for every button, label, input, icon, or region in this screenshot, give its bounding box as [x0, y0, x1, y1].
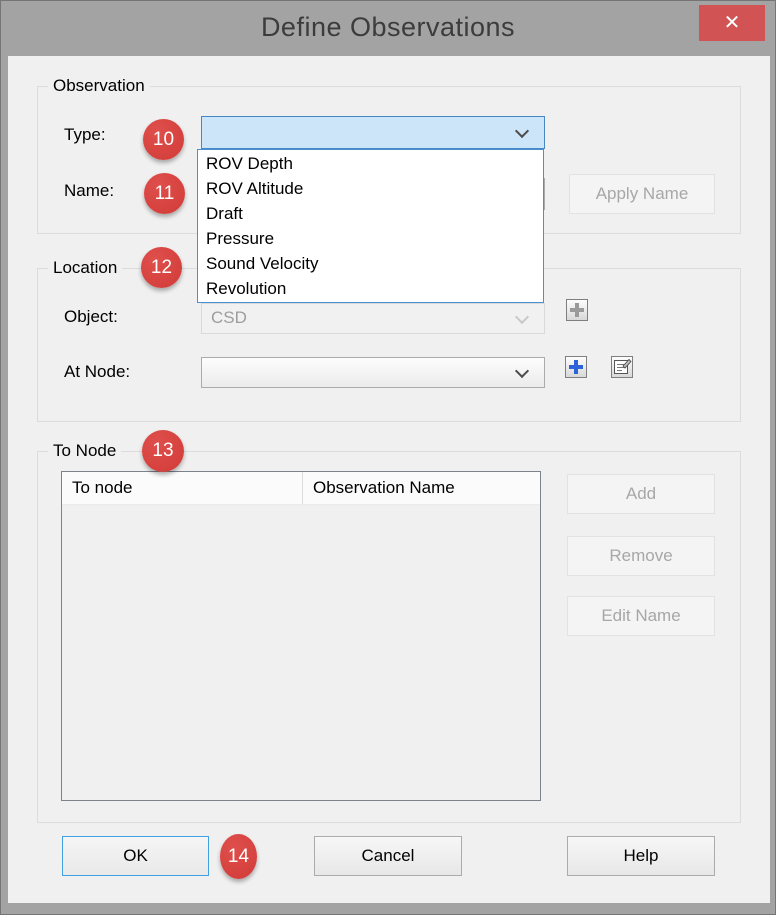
- type-combobox[interactable]: [201, 116, 545, 149]
- define-observations-dialog: Define Observations ✕ Observation Type: …: [0, 0, 776, 915]
- callout-11-number: 11: [154, 182, 175, 204]
- ok-button[interactable]: OK: [62, 836, 209, 876]
- to-node-table-header: To node Observation Name: [62, 472, 540, 505]
- apply-name-button[interactable]: Apply Name: [569, 174, 715, 214]
- dropdown-option-rov-depth[interactable]: ROV Depth: [198, 151, 543, 176]
- add-object-icon: [567, 300, 587, 320]
- close-icon: ✕: [723, 12, 741, 34]
- object-combobox[interactable]: CSD: [201, 303, 545, 334]
- type-label: Type:: [64, 125, 106, 144]
- location-group-label: Location: [48, 258, 123, 278]
- column-header-to-node[interactable]: To node: [62, 472, 303, 504]
- type-dropdown-list: ROV Depth ROV Altitude Draft Pressure So…: [197, 149, 544, 303]
- add-object-button[interactable]: [566, 299, 588, 321]
- chevron-down-icon: [514, 309, 530, 325]
- apply-name-button-label: Apply Name: [595, 184, 689, 203]
- chevron-down-icon: [514, 123, 530, 139]
- ok-button-label: OK: [123, 846, 148, 865]
- to-node-group-label: To Node: [48, 441, 122, 461]
- at-node-combobox[interactable]: [201, 357, 545, 388]
- cancel-button[interactable]: Cancel: [314, 836, 462, 876]
- remove-button-label: Remove: [609, 546, 673, 565]
- remove-button[interactable]: Remove: [567, 536, 715, 576]
- add-node-button[interactable]: [565, 356, 587, 378]
- close-button[interactable]: ✕: [699, 5, 765, 41]
- edit-name-button-label: Edit Name: [601, 606, 681, 625]
- object-label: Object:: [64, 307, 118, 326]
- dialog-title: Define Observations: [260, 12, 516, 42]
- column-header-observation-name[interactable]: Observation Name: [303, 472, 540, 504]
- dialog-body: Observation Type: 10 Name: 11 Apply Name…: [8, 56, 770, 903]
- callout-10-number: 10: [152, 128, 175, 150]
- add-button-label: Add: [625, 484, 657, 503]
- add-button[interactable]: Add: [567, 474, 715, 514]
- name-label: Name:: [64, 181, 115, 200]
- node-properties-button[interactable]: [611, 356, 633, 378]
- node-properties-icon: [614, 358, 632, 374]
- dropdown-option-sound-velocity[interactable]: Sound Velocity: [198, 251, 543, 276]
- dropdown-option-draft[interactable]: Draft: [198, 201, 543, 226]
- help-button-label: Help: [623, 846, 659, 865]
- callout-badge-10: 10: [143, 119, 184, 160]
- callout-badge-12: 12: [141, 247, 182, 288]
- object-combobox-value: CSD: [211, 308, 247, 327]
- edit-name-button[interactable]: Edit Name: [567, 596, 715, 636]
- help-button[interactable]: Help: [567, 836, 715, 876]
- callout-14-number: 14: [227, 845, 250, 867]
- dropdown-option-revolution[interactable]: Revolution: [198, 276, 543, 301]
- dropdown-option-rov-altitude[interactable]: ROV Altitude: [198, 176, 543, 201]
- chevron-down-icon: [514, 363, 530, 379]
- callout-badge-13: 13: [142, 430, 184, 472]
- add-node-icon: [566, 357, 586, 377]
- cancel-button-label: Cancel: [361, 846, 415, 865]
- observation-group-label: Observation: [48, 76, 150, 96]
- callout-12-number: 12: [150, 256, 173, 278]
- to-node-table[interactable]: To node Observation Name: [61, 471, 541, 801]
- dropdown-option-pressure[interactable]: Pressure: [198, 226, 543, 251]
- callout-badge-11: 11: [144, 173, 185, 214]
- callout-badge-14: 14: [220, 834, 257, 879]
- at-node-label: At Node:: [64, 362, 131, 381]
- callout-13-number: 13: [152, 440, 174, 461]
